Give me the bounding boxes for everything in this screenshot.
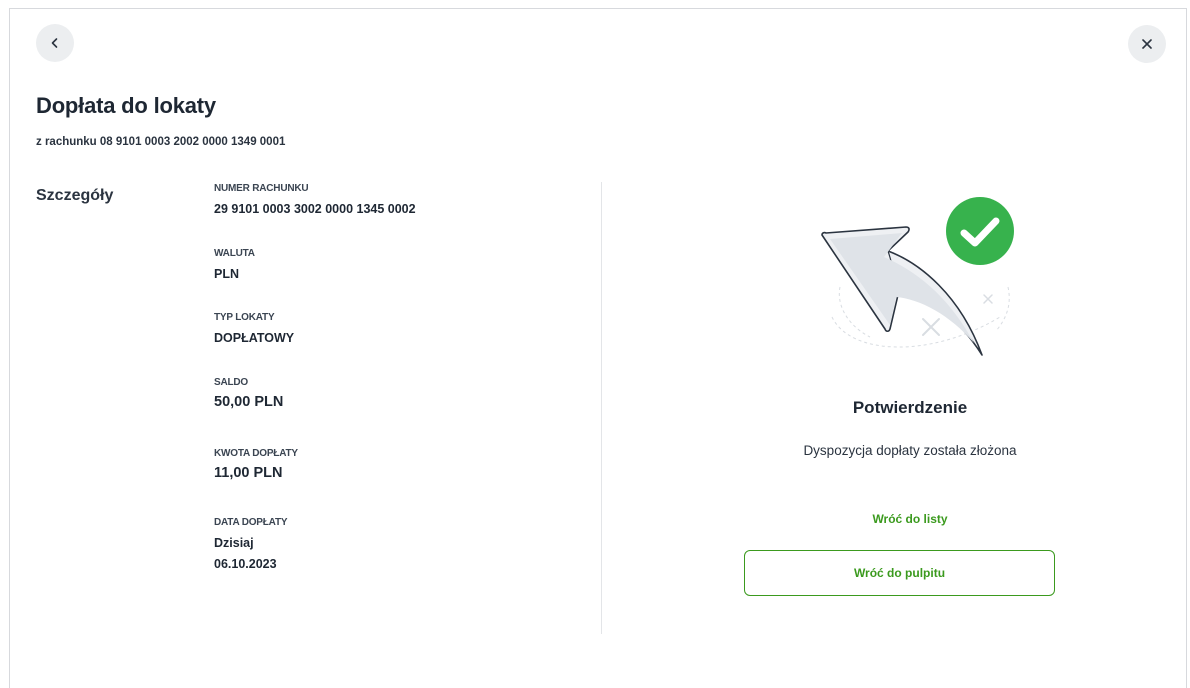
field-label: WALUTA: [214, 248, 255, 259]
back-to-dashboard-label: Wróć do pulpitu: [853, 566, 946, 580]
field-label: NUMER RACHUNKU: [214, 183, 309, 194]
chevron-left-icon: [51, 38, 58, 48]
field-deposit-type: TYP LOKATY DOPŁATOWY: [214, 312, 294, 345]
field-value: 29 9101 0003 3002 0000 1345 0002: [214, 202, 416, 216]
field-balance: SALDO 50,00 PLN: [214, 377, 283, 410]
field-label: KWOTA DOPŁATY: [214, 448, 298, 459]
return-arrow-success-illustration: [821, 197, 1014, 356]
field-value: DOPŁATOWY: [214, 331, 295, 345]
field-value: 11,00 PLN: [214, 465, 283, 481]
close-icon: [1142, 39, 1152, 49]
field-value-date: 06.10.2023: [214, 557, 277, 571]
page-title: Dopłata do lokaty: [36, 93, 216, 118]
field-label: SALDO: [214, 377, 249, 388]
back-to-dashboard-button[interactable]: Wróć do pulpitu: [744, 550, 1055, 596]
modal-frame: Dopłata do lokaty z rachunku 08 9101 000…: [9, 8, 1187, 688]
field-label: TYP LOKATY: [214, 312, 275, 323]
field-value: PLN: [214, 267, 239, 281]
field-account-number: NUMER RACHUNKU 29 9101 0003 3002 0000 13…: [214, 183, 416, 216]
field-topup-amount: KWOTA DOPŁATY 11,00 PLN: [214, 448, 298, 481]
field-value: 50,00 PLN: [214, 394, 284, 410]
back-button[interactable]: [36, 24, 74, 62]
column-divider: [601, 182, 602, 634]
confirmation-title: Potwierdzenie: [852, 398, 968, 417]
source-account: z rachunku 08 9101 0003 2002 0000 1349 0…: [36, 136, 286, 148]
back-to-list-link[interactable]: Wróć do listy: [755, 512, 1065, 526]
close-button[interactable]: [1128, 25, 1166, 63]
field-topup-date: DATA DOPŁATY Dzisiaj 06.10.2023: [214, 517, 288, 571]
field-currency: WALUTA PLN: [214, 248, 255, 281]
confirmation-message: Dyspozycja dopłaty została złożona: [803, 443, 1017, 458]
field-label: DATA DOPŁATY: [214, 517, 288, 528]
details-section-title: Szczegóły: [36, 187, 114, 204]
field-value: Dzisiaj: [214, 536, 254, 550]
